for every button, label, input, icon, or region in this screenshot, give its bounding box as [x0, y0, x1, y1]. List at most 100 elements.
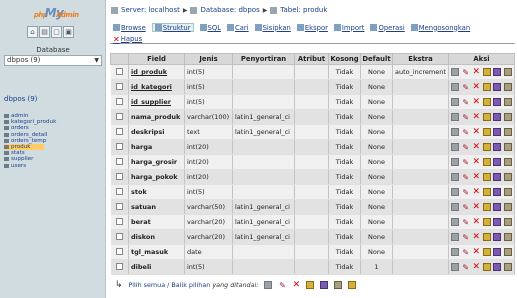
row-checkbox[interactable]	[115, 97, 123, 105]
browse-icon[interactable]	[451, 158, 460, 166]
delete-x-icon[interactable]: ✕	[472, 82, 480, 92]
unique-icon[interactable]	[493, 113, 502, 121]
primary-key-icon[interactable]	[482, 173, 491, 181]
browse-icon[interactable]	[451, 113, 460, 121]
row-checkbox[interactable]	[115, 187, 123, 195]
primary-key-icon[interactable]	[482, 203, 491, 211]
browse-icon[interactable]	[451, 143, 460, 151]
browse-icon[interactable]	[451, 263, 460, 271]
unique-icon[interactable]	[493, 158, 502, 166]
pencil-icon[interactable]: ✎	[462, 248, 470, 257]
row-checkbox[interactable]	[115, 217, 123, 225]
breadcrumb-server[interactable]: Server: localhost	[121, 6, 180, 14]
bulk-unique-icon[interactable]	[320, 281, 329, 289]
delete-x-icon[interactable]: ✕	[472, 157, 480, 167]
primary-key-icon[interactable]	[482, 143, 491, 151]
breadcrumb-database[interactable]: Database: dbpos	[200, 6, 259, 14]
tab-ekspor[interactable]: Ekspor	[296, 23, 328, 32]
tab-sisipkan[interactable]: Sisipkan	[254, 23, 291, 32]
unique-icon[interactable]	[493, 143, 502, 151]
row-checkbox[interactable]	[115, 262, 123, 270]
tab-operasi[interactable]: Operasi	[370, 23, 405, 32]
primary-key-icon[interactable]	[482, 218, 491, 226]
pencil-icon[interactable]: ✎	[462, 158, 470, 167]
index-icon[interactable]	[503, 233, 512, 241]
delete-x-icon[interactable]: ✕	[472, 112, 480, 122]
tab-sql[interactable]: SQL	[199, 23, 221, 32]
sql-window-icon[interactable]: ▤	[39, 26, 50, 38]
row-checkbox[interactable]	[115, 82, 123, 90]
pencil-icon[interactable]: ✎	[462, 263, 470, 272]
row-checkbox[interactable]	[115, 142, 123, 150]
pencil-icon[interactable]: ✎	[462, 218, 470, 227]
pencil-icon[interactable]: ✎	[462, 128, 470, 137]
unique-icon[interactable]	[493, 83, 502, 91]
delete-x-icon[interactable]: ✕	[472, 262, 480, 272]
row-checkbox[interactable]	[115, 67, 123, 75]
pencil-icon[interactable]: ✎	[462, 233, 470, 242]
unique-icon[interactable]	[493, 188, 502, 196]
unique-icon[interactable]	[493, 68, 502, 76]
browse-icon[interactable]	[451, 218, 460, 226]
index-icon[interactable]	[503, 128, 512, 136]
docs-icon[interactable]: ▣	[63, 26, 74, 38]
pencil-icon[interactable]: ✎	[462, 83, 470, 92]
browse-icon[interactable]	[451, 203, 460, 211]
index-icon[interactable]	[503, 173, 512, 181]
phpmyadmin-logo[interactable]: phpMyAdmin	[10, 6, 98, 24]
index-icon[interactable]	[503, 248, 512, 256]
header-field[interactable]: Field	[128, 53, 185, 65]
tab-struktur[interactable]: Struktur	[151, 23, 194, 32]
index-icon[interactable]	[503, 218, 512, 226]
index-icon[interactable]	[503, 188, 512, 196]
bulk-browse-icon[interactable]	[264, 281, 273, 289]
browse-icon[interactable]	[451, 128, 460, 136]
unique-icon[interactable]	[493, 128, 502, 136]
bulk-primary-icon[interactable]	[306, 281, 315, 289]
index-icon[interactable]	[503, 83, 512, 91]
pencil-icon[interactable]: ✎	[462, 203, 470, 212]
sidebar-item-orders_temp[interactable]: orders_temp	[4, 138, 98, 144]
browse-icon[interactable]	[451, 188, 460, 196]
row-checkbox[interactable]	[115, 232, 123, 240]
unique-icon[interactable]	[493, 248, 502, 256]
primary-key-icon[interactable]	[482, 263, 491, 271]
browse-icon[interactable]	[451, 83, 460, 91]
primary-key-icon[interactable]	[482, 83, 491, 91]
index-icon[interactable]	[503, 113, 512, 121]
browse-icon[interactable]	[451, 98, 460, 106]
pencil-icon[interactable]: ✎	[462, 98, 470, 107]
row-checkbox[interactable]	[115, 247, 123, 255]
delete-x-icon[interactable]: ✕	[472, 217, 480, 227]
sidebar-item-users[interactable]: users	[4, 163, 98, 169]
row-checkbox[interactable]	[115, 202, 123, 210]
bulk-edit-icon[interactable]: ✎	[278, 281, 286, 290]
row-checkbox[interactable]	[115, 127, 123, 135]
database-select[interactable]: dbpos (9) ▼	[4, 55, 102, 66]
row-checkbox[interactable]	[115, 172, 123, 180]
pencil-icon[interactable]: ✎	[462, 113, 470, 122]
bulk-index-icon[interactable]	[334, 281, 343, 289]
delete-x-icon[interactable]: ✕	[472, 187, 480, 197]
browse-icon[interactable]	[451, 233, 460, 241]
primary-key-icon[interactable]	[482, 233, 491, 241]
browse-icon[interactable]	[451, 248, 460, 256]
tab-hapus[interactable]: ✕ Hapus	[113, 34, 142, 45]
browse-icon[interactable]	[451, 173, 460, 181]
tab-cari[interactable]: Cari	[227, 23, 249, 32]
home-icon[interactable]: ⌂	[27, 26, 38, 38]
database-heading-link[interactable]: dbpos (9)	[4, 95, 37, 103]
delete-x-icon[interactable]: ✕	[472, 67, 480, 77]
bulk-fulltext-icon[interactable]	[348, 281, 357, 289]
row-checkbox[interactable]	[115, 157, 123, 165]
primary-key-icon[interactable]	[482, 158, 491, 166]
tab-mengosongkan[interactable]: Mengosongkan	[410, 23, 470, 32]
browse-icon[interactable]	[451, 68, 460, 76]
tab-import[interactable]: Import	[333, 23, 364, 32]
pencil-icon[interactable]: ✎	[462, 143, 470, 152]
unique-icon[interactable]	[493, 98, 502, 106]
select-all-link[interactable]: Pilih semua / Balik pilihan yang ditanda…	[129, 281, 259, 289]
row-checkbox[interactable]	[115, 112, 123, 120]
breadcrumb-table[interactable]: Tabel: produk	[280, 6, 327, 14]
primary-key-icon[interactable]	[482, 248, 491, 256]
